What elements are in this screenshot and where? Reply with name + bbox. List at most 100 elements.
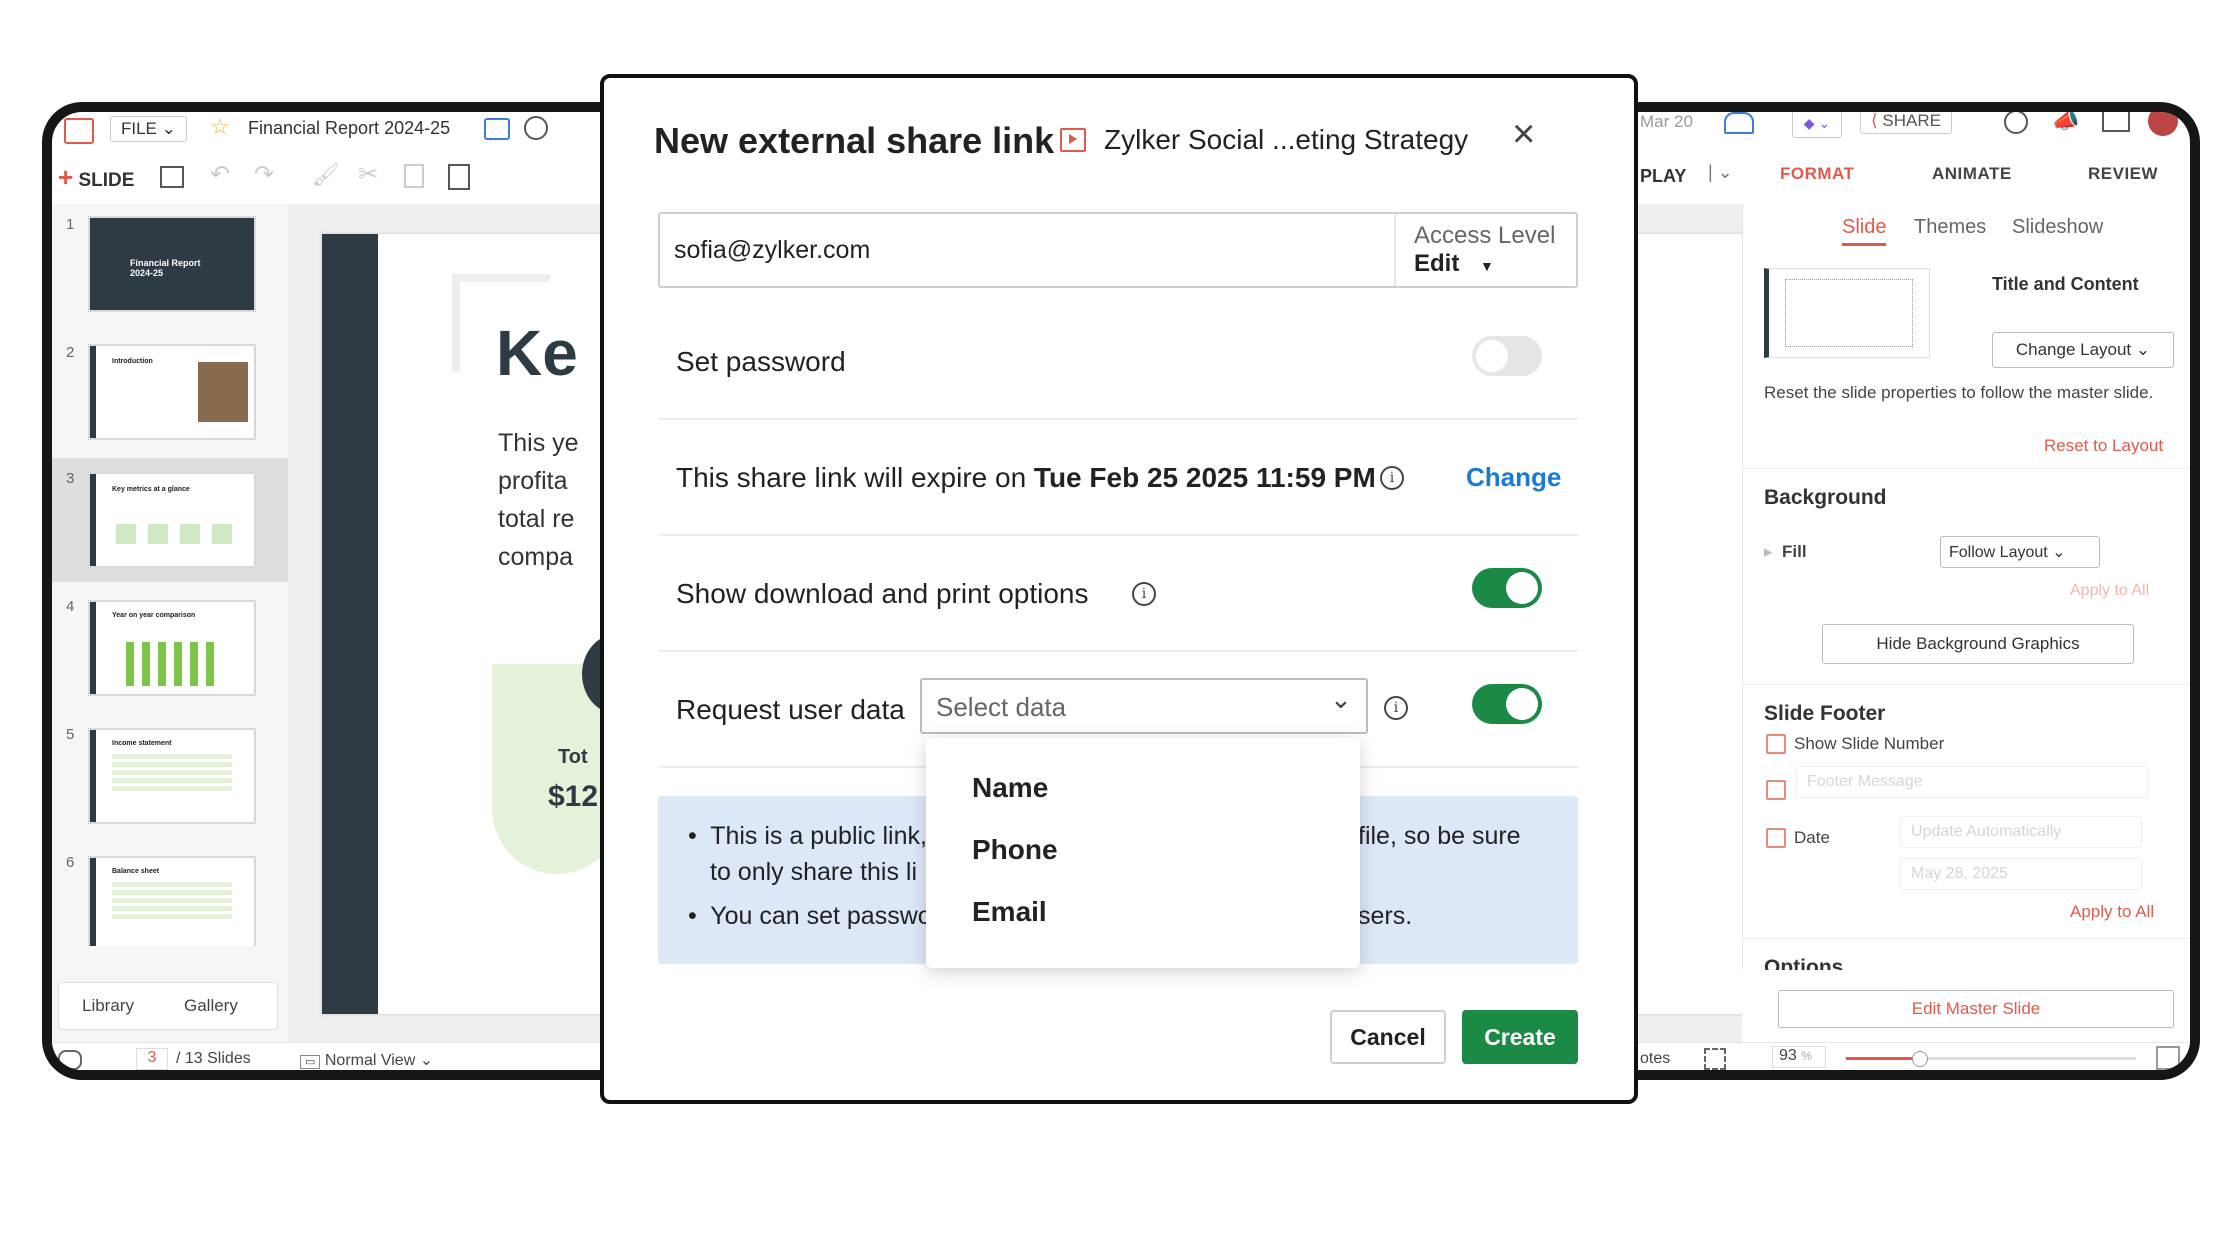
app-logo-icon[interactable]: [64, 118, 94, 144]
option-name[interactable]: Name: [972, 772, 1048, 804]
share-button[interactable]: ⟨ SHARE: [1860, 112, 1952, 134]
apply-to-all-link[interactable]: Apply to All: [2070, 902, 2154, 922]
slide-thumbnail-4[interactable]: Year on year comparison: [88, 600, 256, 696]
paste-icon[interactable]: [448, 164, 470, 190]
show-slide-number-checkbox[interactable]: [1766, 734, 1786, 754]
undo-icon[interactable]: ↶: [210, 160, 230, 189]
tab-animate[interactable]: ANIMATE: [1932, 164, 2012, 184]
info-icon[interactable]: [2004, 112, 2028, 134]
subtab-themes[interactable]: Themes: [1914, 216, 1986, 239]
slide-thumbnail-1[interactable]: Financial Report 2024-25: [88, 216, 256, 312]
thumb-number: 3: [66, 470, 75, 487]
reset-to-layout-link[interactable]: Reset to Layout: [2044, 436, 2163, 456]
access-level-label: Access Level: [1414, 222, 1556, 249]
option-email[interactable]: Email: [972, 896, 1047, 928]
slide-thumbnail-2[interactable]: Introduction: [88, 344, 256, 440]
dialog-document-name: Zylker Social ...eting Strategy: [1104, 124, 1469, 155]
mail-icon[interactable]: [2102, 112, 2130, 132]
dialog-title: New external share link: [654, 120, 1055, 161]
star-icon[interactable]: ☆: [210, 114, 230, 140]
download-info-icon[interactable]: i: [1132, 582, 1156, 606]
hide-background-graphics-button[interactable]: Hide Background Graphics: [1822, 624, 2134, 664]
notes-toggle[interactable]: otes: [1640, 1050, 1670, 1068]
view-mode-select[interactable]: ▭ Normal View ⌄: [300, 1050, 433, 1070]
date-mode-select[interactable]: Update Automatically: [1900, 816, 2142, 848]
zoom-slider[interactable]: [1846, 1051, 2136, 1067]
close-icon[interactable]: ×: [1512, 114, 1535, 154]
date-label: Date: [1794, 828, 1830, 847]
date-checkbox[interactable]: [1766, 828, 1786, 848]
change-expiry-link[interactable]: Change: [1466, 462, 1561, 493]
slide-count: / 13 Slides: [176, 1050, 251, 1067]
change-layout-button[interactable]: Change Layout ⌄: [1992, 332, 2174, 368]
slide-heading: Ke: [496, 317, 578, 389]
globe-icon[interactable]: [524, 116, 548, 140]
gallery-tab[interactable]: Gallery: [184, 996, 238, 1016]
divider: [658, 418, 1578, 420]
select-data-placeholder: Select data: [936, 692, 1067, 722]
user-avatar[interactable]: [2148, 112, 2178, 136]
set-password-toggle[interactable]: [1472, 336, 1542, 376]
theme-switcher-icon[interactable]: ◆ ⌄: [1792, 112, 1842, 138]
thumb-number: 6: [66, 854, 75, 871]
footer-message-checkbox[interactable]: [1766, 780, 1786, 800]
redo-icon[interactable]: ↷: [254, 160, 274, 189]
download-print-toggle[interactable]: [1472, 568, 1542, 608]
zoom-input[interactable]: 93 %: [1772, 1046, 1826, 1068]
play-options-icon[interactable]: | ⌄: [1708, 162, 1733, 183]
create-button[interactable]: Create: [1462, 1010, 1578, 1064]
chat-icon[interactable]: [58, 1050, 82, 1070]
request-data-info-icon[interactable]: i: [1384, 696, 1408, 720]
chevron-down-icon: ⌄: [1330, 684, 1352, 714]
subtab-slide[interactable]: Slide: [1842, 216, 1887, 246]
library-tab[interactable]: Library: [82, 996, 134, 1016]
presentation-icon: [1060, 128, 1086, 152]
date-value-select[interactable]: May 28, 2025: [1900, 858, 2142, 890]
notice-bullet-1-line2: to only share this li: [710, 858, 918, 886]
subtab-slideshow[interactable]: Slideshow: [2012, 216, 2103, 239]
layout-name: Title and Content: [1992, 274, 2139, 294]
cut-icon[interactable]: ✂: [358, 160, 378, 189]
share-link-dialog: New external share link Zylker Social ..…: [600, 74, 1638, 1104]
slide-thumbnail-6[interactable]: Balance sheet: [88, 856, 256, 946]
collaborators-icon[interactable]: [1724, 112, 1754, 134]
download-print-label: Show download and print options: [676, 578, 1089, 609]
layout-icon[interactable]: [160, 166, 184, 188]
option-phone[interactable]: Phone: [972, 834, 1058, 866]
calendar-icon[interactable]: [484, 118, 510, 140]
fullscreen-icon[interactable]: [2156, 1046, 2180, 1070]
document-title[interactable]: Financial Report 2024-25: [248, 118, 450, 139]
slide-thumbnail-3[interactable]: Key metrics at a glance: [88, 472, 256, 568]
apply-to-all-disabled: Apply to All: [2070, 582, 2150, 599]
announcement-icon[interactable]: 📣: [2052, 112, 2079, 134]
thumb-number: 5: [66, 726, 75, 743]
layout-preview[interactable]: [1764, 268, 1930, 358]
recipient-field[interactable]: sofia@zylker.com Access Level Edit ▼: [658, 212, 1578, 288]
select-data-dropdown[interactable]: Select data ⌄: [920, 678, 1368, 734]
tab-review[interactable]: REVIEW: [2088, 164, 2158, 184]
file-menu[interactable]: FILE ⌄: [110, 116, 187, 142]
thumb-number: 1: [66, 216, 75, 233]
thumb-title: Year on year comparison: [112, 612, 196, 619]
fit-icon[interactable]: [1704, 1048, 1726, 1070]
fill-select[interactable]: Follow Layout ⌄: [1940, 536, 2100, 568]
set-password-label: Set password: [676, 346, 846, 377]
format-painter-icon[interactable]: 🖌: [312, 162, 340, 188]
fill-label[interactable]: ▸ Fill: [1764, 542, 1807, 562]
expiry-info-icon[interactable]: i: [1380, 466, 1404, 490]
cancel-button[interactable]: Cancel: [1330, 1010, 1446, 1064]
email-field[interactable]: sofia@zylker.com: [674, 236, 870, 265]
thumb-number: 4: [66, 598, 75, 615]
access-level-select[interactable]: Edit ▼: [1414, 250, 1494, 278]
edit-master-slide-button[interactable]: Edit Master Slide: [1778, 990, 2174, 1028]
copy-icon[interactable]: [404, 164, 424, 188]
current-slide-input[interactable]: 3: [136, 1048, 168, 1070]
play-button[interactable]: PLAY: [1640, 166, 1686, 187]
options-section-title: Options: [1764, 956, 1844, 970]
add-slide-button[interactable]: + SLIDE: [58, 162, 134, 193]
slide-footer-title: Slide Footer: [1764, 702, 1886, 725]
footer-message-input[interactable]: Footer Message: [1796, 766, 2148, 798]
request-user-data-toggle[interactable]: [1472, 684, 1542, 724]
slide-thumbnail-5[interactable]: Income statement: [88, 728, 256, 824]
tab-format[interactable]: FORMAT: [1780, 164, 1854, 184]
